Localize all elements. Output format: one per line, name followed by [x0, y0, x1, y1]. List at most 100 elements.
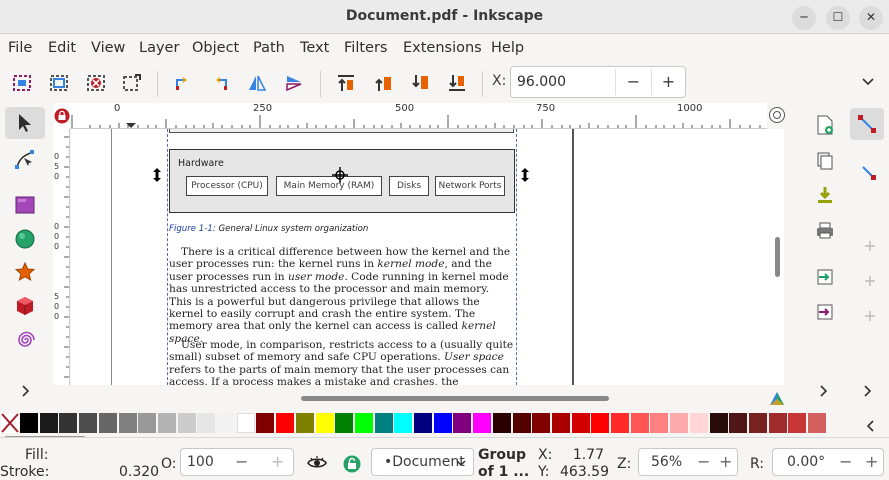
color-swatch[interactable] [276, 413, 295, 433]
snap-bbox-icon[interactable] [861, 165, 877, 181]
color-swatch[interactable] [492, 413, 511, 433]
color-swatch[interactable] [768, 413, 787, 433]
horizontal-scroll-thumb[interactable] [301, 396, 609, 401]
menu-file[interactable]: File [8, 40, 32, 56]
color-swatch[interactable] [650, 413, 669, 433]
color-managed-icon[interactable] [768, 390, 786, 408]
vertical-ruler[interactable]: 0 5 0 0 0 0 5 0 0 [53, 129, 70, 385]
color-swatch[interactable] [808, 413, 826, 433]
no-paint-swatch[interactable] [1, 413, 19, 433]
snap-node-icon[interactable] [864, 240, 876, 252]
menu-path[interactable]: Path [253, 40, 285, 56]
close-icon[interactable]: ✕ [859, 6, 883, 30]
snap-midpoint-icon[interactable] [864, 275, 876, 287]
menu-filters[interactable]: Filters [344, 40, 387, 56]
color-swatch[interactable] [197, 413, 216, 433]
rotation-decrement-button[interactable]: − [839, 452, 852, 471]
color-swatch[interactable] [611, 413, 629, 433]
color-swatch[interactable] [709, 413, 728, 433]
zoom-value[interactable]: 56% [651, 454, 682, 470]
opacity-field[interactable]: 100 − + [180, 448, 294, 476]
snap-toggle-button[interactable] [850, 108, 884, 140]
open-document-icon[interactable] [816, 150, 834, 170]
x-increment-button[interactable]: + [651, 69, 685, 95]
vertical-scroll-thumb[interactable] [775, 237, 780, 277]
color-swatch[interactable] [217, 413, 235, 433]
opacity-decrement-button[interactable]: − [235, 452, 248, 471]
color-swatch[interactable] [512, 413, 531, 433]
guide-lock-button[interactable] [53, 103, 70, 129]
color-swatch[interactable] [39, 413, 58, 433]
chevron-right-icon[interactable] [862, 384, 874, 398]
chevron-down-icon[interactable] [861, 77, 875, 87]
rotate-ccw-icon[interactable] [172, 72, 194, 94]
menu-edit[interactable]: Edit [48, 40, 76, 56]
menu-extensions[interactable]: Extensions [403, 40, 482, 56]
color-swatch[interactable] [532, 413, 551, 433]
scale-handle-left-icon[interactable] [151, 167, 163, 183]
menu-text[interactable]: Text [300, 40, 329, 56]
new-document-icon[interactable] [816, 115, 834, 135]
zoom-correction-icon[interactable] [768, 106, 786, 124]
color-swatch[interactable] [157, 413, 176, 433]
horizontal-ruler[interactable]: 0 250 500 750 1000 [70, 103, 767, 129]
color-swatch[interactable] [571, 413, 590, 433]
color-swatch[interactable] [236, 413, 255, 433]
color-swatch[interactable] [256, 413, 275, 433]
minimize-icon[interactable]: ─ [792, 6, 816, 30]
spiral-tool[interactable] [5, 325, 45, 357]
color-swatch[interactable] [414, 413, 432, 433]
color-swatch[interactable] [630, 413, 649, 433]
menu-help[interactable]: Help [491, 40, 524, 56]
color-swatch[interactable] [729, 413, 748, 433]
color-swatch[interactable] [551, 413, 570, 433]
color-swatch[interactable] [374, 413, 393, 433]
color-swatch[interactable] [98, 413, 117, 433]
vertical-scrollbar[interactable] [774, 129, 784, 385]
drawing-canvas[interactable]: Hardware Processor (CPU) Main Memory (RA… [71, 129, 774, 385]
rotation-value[interactable]: 0.00° [787, 454, 825, 470]
chevron-right-icon[interactable] [20, 384, 32, 398]
print-icon[interactable] [816, 220, 834, 240]
eye-icon[interactable] [307, 455, 327, 471]
layer-selector[interactable]: •Document [371, 448, 474, 476]
flip-horizontal-icon[interactable] [246, 72, 268, 94]
save-icon[interactable] [816, 185, 834, 205]
rotation-field[interactable]: 0.00° − + [772, 448, 884, 476]
color-swatch[interactable] [670, 413, 689, 433]
color-swatch[interactable] [689, 413, 708, 433]
color-swatch[interactable] [473, 413, 492, 433]
color-swatch[interactable] [138, 413, 157, 433]
menu-object[interactable]: Object [192, 40, 239, 56]
color-swatch[interactable] [79, 413, 98, 433]
color-swatch[interactable] [295, 413, 314, 433]
select-all-layers-icon[interactable] [48, 72, 70, 94]
snap-center-icon[interactable] [864, 310, 876, 322]
import-icon[interactable] [816, 268, 834, 286]
deselect-icon[interactable] [85, 72, 107, 94]
export-icon[interactable] [816, 303, 834, 321]
opacity-value[interactable]: 100 [187, 454, 214, 470]
selector-tool[interactable] [5, 107, 45, 139]
color-swatch[interactable] [118, 413, 137, 433]
opacity-increment-button[interactable]: + [271, 452, 284, 471]
zoom-decrement-button[interactable]: − [697, 452, 710, 471]
ellipse-tool[interactable] [5, 223, 45, 255]
select-all-icon[interactable] [11, 72, 33, 94]
color-swatch[interactable] [591, 413, 610, 433]
menu-layer[interactable]: Layer [139, 40, 179, 56]
chevron-right-icon[interactable] [818, 384, 830, 398]
touch-select-icon[interactable] [121, 72, 143, 94]
lower-icon[interactable] [409, 72, 431, 94]
color-swatch[interactable] [354, 413, 373, 433]
node-tool[interactable] [5, 143, 45, 175]
star-tool[interactable] [5, 257, 45, 289]
3d-box-tool[interactable] [5, 291, 45, 323]
stroke-width-value[interactable]: 0.320 [119, 464, 159, 480]
color-swatch[interactable] [335, 413, 354, 433]
x-coordinate-value[interactable]: 96.000 [517, 74, 566, 90]
flip-vertical-icon[interactable] [283, 72, 305, 94]
menu-view[interactable]: View [91, 40, 125, 56]
color-swatch[interactable] [20, 413, 38, 433]
horizontal-scrollbar[interactable] [71, 385, 774, 409]
